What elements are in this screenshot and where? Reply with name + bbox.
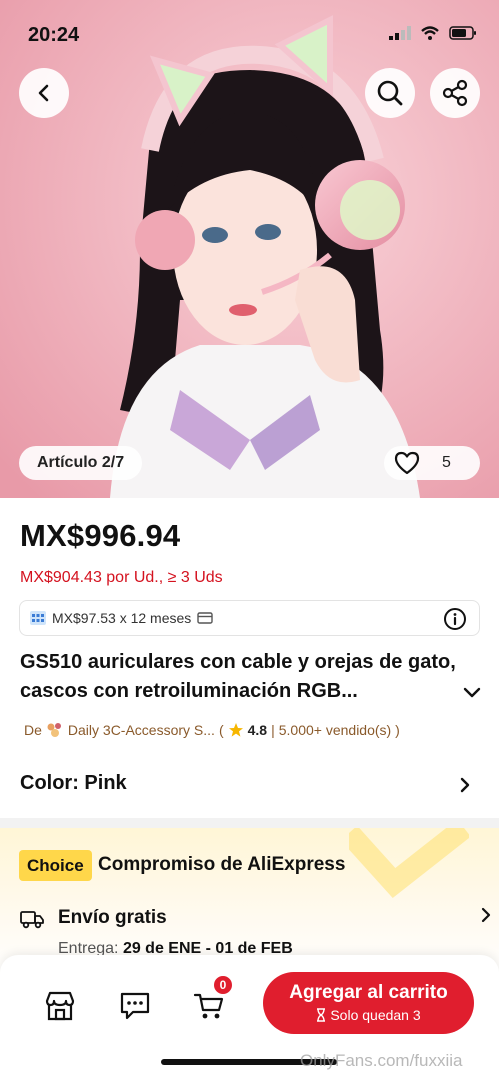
search-button[interactable] (365, 68, 415, 118)
installment-plan[interactable]: MX$97.53 x 12 meses (19, 600, 480, 636)
wifi-icon (421, 26, 439, 40)
add-to-cart-label: Agregar al carrito (289, 982, 448, 1003)
checkmark-decoration-icon (349, 828, 469, 899)
stock-note-text: Solo quedan 3 (330, 1007, 421, 1023)
watermark: OnlyFans.com/fuxxiia (300, 1051, 463, 1070)
chat-icon (120, 992, 150, 1020)
sold-count: 5.000+ vendido(s) ) (278, 722, 400, 738)
store-icon (45, 991, 75, 1021)
status-time: 20:24 (28, 24, 80, 46)
share-icon (442, 79, 468, 107)
wishlist-count: 5 (442, 454, 451, 471)
chevron-right-icon (460, 777, 470, 793)
store-logo-icon (47, 723, 61, 737)
heart-icon (394, 451, 420, 475)
add-to-cart-button[interactable]: Agregar al carrito Solo quedan 3 (263, 972, 474, 1034)
color-selector[interactable]: Color: Pink (0, 760, 499, 810)
installment-text: MX$97.53 x 12 meses (52, 610, 192, 626)
battery-icon (449, 26, 476, 40)
hourglass-icon (317, 1008, 326, 1022)
seller-name: Daily 3C-Accessory S... (67, 722, 215, 738)
product-title[interactable]: GS510 auriculares con cable y orejas de … (20, 648, 460, 706)
chevron-down-icon[interactable] (462, 686, 482, 700)
search-icon (377, 80, 403, 106)
share-button[interactable] (430, 68, 480, 118)
chevron-left-icon (38, 84, 49, 102)
seller-prefix: De (24, 722, 42, 738)
bulk-price: MX$904.43 por Ud., ≥ 3 Uds (20, 569, 223, 586)
choice-badge: Choice (19, 850, 92, 881)
status-icons (389, 26, 477, 40)
chat-button[interactable] (117, 988, 153, 1024)
free-shipping-label: Envío gratis (58, 907, 167, 928)
bottom-action-bar: 0 Agregar al carrito Solo quedan 3 OnlyF… (0, 955, 499, 1080)
truck-icon (20, 911, 44, 929)
cellular-signal-icon (389, 26, 411, 40)
image-counter: Artículo 2/7 (19, 446, 143, 480)
store-button[interactable] (42, 988, 78, 1024)
wishlist-button[interactable]: 5 (384, 446, 480, 480)
card-icon (197, 612, 213, 624)
product-gallery[interactable]: 20:24 Artículo 2/7 5 (0, 0, 499, 498)
cart-count-badge: 0 (212, 974, 234, 996)
info-icon[interactable] (443, 607, 467, 631)
product-image[interactable] (0, 0, 499, 498)
seller-info[interactable]: De Daily 3C-Accessory S... ( 4.8 | 5.000… (24, 722, 400, 738)
back-button[interactable] (19, 68, 69, 118)
stock-note: Solo quedan 3 (263, 1007, 474, 1023)
calendar-grid-icon (30, 611, 46, 625)
section-divider (0, 818, 499, 828)
color-label: Color: Pink (20, 772, 127, 794)
status-bar: 20:24 (0, 0, 499, 70)
chevron-right-icon[interactable] (480, 906, 492, 924)
star-icon (228, 723, 243, 737)
choice-title: Compromiso de AliExpress (98, 854, 346, 875)
seller-rating: 4.8 (247, 722, 268, 738)
product-price: MX$996.94 (20, 518, 181, 553)
